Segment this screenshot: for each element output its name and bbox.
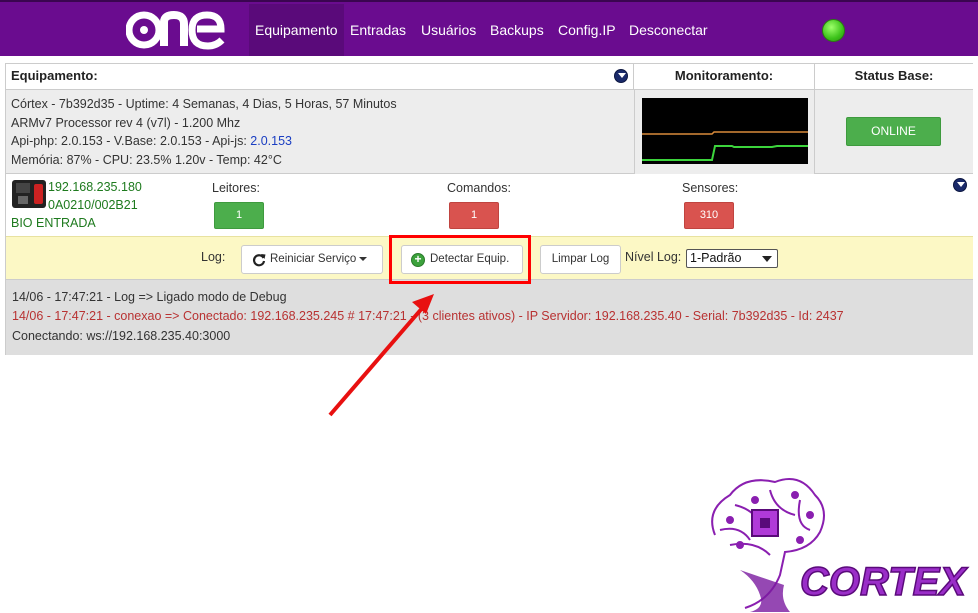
cortex-brain-logo: CORTEX bbox=[711, 478, 969, 612]
cortex-wordmark: CORTEX bbox=[800, 560, 968, 604]
